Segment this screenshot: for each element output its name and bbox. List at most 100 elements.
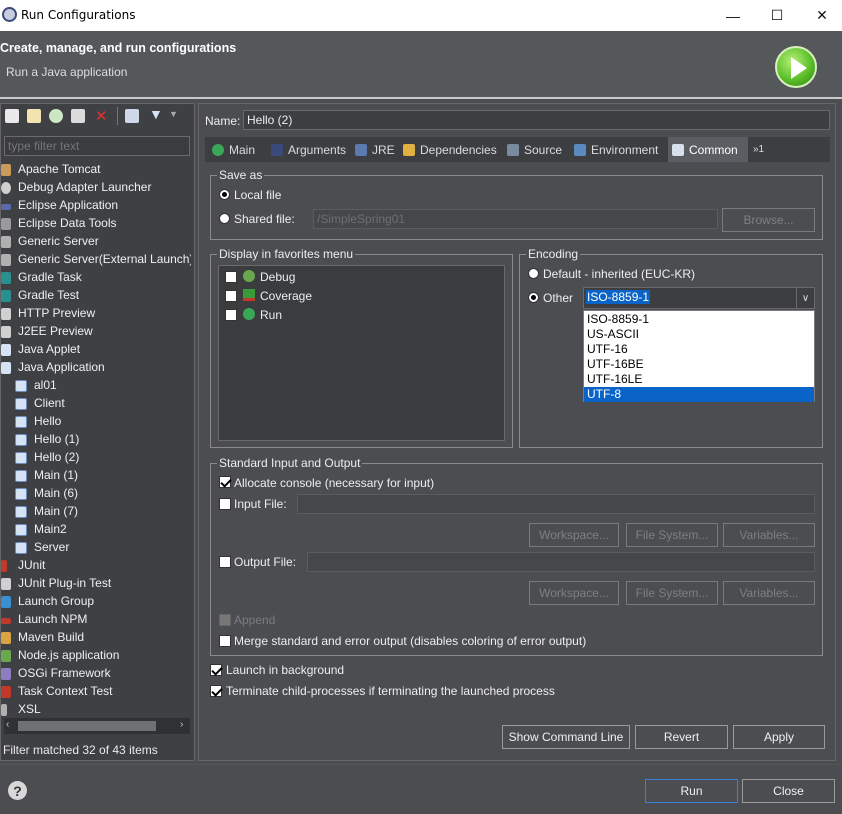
shared-file-input[interactable]: /SimpleSpring01 (313, 209, 718, 229)
tree-horizontal-scrollbar[interactable]: ‹ › (4, 718, 190, 734)
chevron-down-icon[interactable]: ∨ (796, 288, 814, 308)
close-button[interactable]: Close (742, 779, 835, 803)
encoding-option-utf-16[interactable]: UTF-16 (584, 342, 814, 357)
favorite-coverage-checkbox[interactable] (225, 290, 237, 302)
filter-icon[interactable]: ▼ (149, 106, 163, 122)
tab-main[interactable]: Main (208, 137, 263, 162)
append-checkbox[interactable] (219, 614, 231, 626)
filter-input[interactable] (4, 136, 190, 156)
encoding-option-iso-8859-1[interactable]: ISO-8859-1 (584, 312, 814, 327)
run-button[interactable]: Run (645, 779, 738, 803)
help-icon[interactable]: ? (8, 781, 27, 800)
browse-button[interactable]: Browse... (722, 208, 815, 232)
scrollbar-thumb[interactable] (18, 721, 156, 731)
output-workspace-button[interactable]: Workspace... (529, 581, 619, 605)
favorite-run-checkbox[interactable] (225, 309, 237, 321)
toolbar-separator (117, 107, 118, 125)
tab-common[interactable]: Common (668, 137, 748, 162)
jre-tab-icon (355, 143, 367, 156)
header-divider (0, 97, 842, 99)
encoding-select[interactable]: ISO-8859-1 ∨ (583, 287, 815, 309)
launch-group-icon (1, 596, 11, 608)
output-file-field[interactable] (307, 552, 815, 572)
tab-dependencies[interactable]: Dependencies (401, 137, 501, 162)
export-icon[interactable] (49, 109, 63, 123)
apply-button[interactable]: Apply (733, 725, 825, 749)
output-file-checkbox[interactable] (219, 556, 231, 568)
scroll-right-icon[interactable]: › (180, 719, 183, 730)
config-name-input[interactable]: Hello (2) (243, 110, 830, 130)
input-file-label: Input File: (234, 497, 287, 511)
java-app-icon (1, 362, 11, 374)
input-file-field[interactable] (297, 494, 815, 514)
duplicate-icon[interactable] (71, 109, 85, 123)
gradle-icon (1, 272, 11, 284)
eclipse-app-icon (1, 204, 11, 210)
other-encoding-radio[interactable] (528, 292, 539, 303)
tab-jre[interactable]: JRE (351, 137, 397, 162)
encoding-option-us-ascii[interactable]: US-ASCII (584, 327, 814, 342)
java-config-icon (15, 434, 27, 446)
new-prototype-icon[interactable] (27, 109, 41, 123)
input-file-system-button[interactable]: File System... (626, 523, 718, 547)
java-config-icon (15, 506, 27, 518)
tab-overflow[interactable]: »1 (753, 137, 775, 162)
tab-source[interactable]: Source (505, 137, 569, 162)
tab-arguments[interactable]: Arguments (267, 137, 347, 162)
source-tab-icon (507, 143, 519, 156)
tomcat-icon (1, 164, 11, 176)
input-variables-button[interactable]: Variables... (723, 523, 815, 547)
merge-output-checkbox[interactable] (219, 635, 231, 647)
terminate-children-checkbox[interactable] (210, 685, 222, 697)
dependencies-tab-icon (403, 143, 415, 156)
server-icon (1, 236, 11, 248)
task-context-icon (1, 686, 11, 698)
collapse-all-icon[interactable] (125, 109, 139, 123)
favorite-debug-label: Debug (260, 270, 296, 284)
output-variables-button[interactable]: Variables... (723, 581, 815, 605)
launch-background-label: Launch in background (226, 663, 345, 677)
dialog-header: Create, manage, and run configurations R… (0, 31, 842, 97)
favorite-debug-checkbox[interactable] (225, 271, 237, 283)
main-tab-icon (212, 143, 224, 156)
encoding-option-utf-16le[interactable]: UTF-16LE (584, 372, 814, 387)
maximize-button[interactable]: ☐ (754, 0, 800, 31)
java-config-icon (15, 452, 27, 464)
encoding-option-utf-8[interactable]: UTF-8 (584, 387, 814, 402)
launch-background-checkbox[interactable] (210, 664, 222, 676)
eclipse-icon (2, 7, 17, 22)
preview-icon (1, 326, 11, 338)
applet-icon (1, 344, 11, 356)
output-file-system-button[interactable]: File System... (626, 581, 718, 605)
data-tools-icon (1, 218, 11, 230)
tab-environment[interactable]: Environment (572, 137, 667, 162)
java-config-icon (15, 488, 27, 500)
new-config-icon[interactable] (5, 109, 19, 123)
show-command-line-button[interactable]: Show Command Line (502, 725, 630, 749)
favorites-title: Display in favorites menu (217, 247, 356, 261)
allocate-console-checkbox[interactable] (219, 476, 231, 488)
append-label: Append (234, 613, 276, 627)
maven-icon (1, 632, 11, 644)
revert-button[interactable]: Revert (635, 725, 728, 749)
xsl-icon (1, 704, 7, 716)
shared-file-radio[interactable] (219, 213, 230, 224)
junit-plugin-icon (1, 578, 11, 590)
input-workspace-button[interactable]: Workspace... (529, 523, 619, 547)
common-tab-icon (672, 143, 684, 156)
local-file-radio[interactable] (219, 189, 230, 200)
close-window-button[interactable]: ✕ (799, 0, 842, 31)
npm-icon (1, 618, 11, 624)
delete-icon[interactable]: ✕ (95, 107, 108, 125)
java-config-icon (15, 470, 27, 482)
chevron-down-icon[interactable]: ▼ (169, 109, 178, 119)
default-encoding-radio[interactable] (528, 268, 539, 279)
encoding-option-utf-16be[interactable]: UTF-16BE (584, 357, 814, 372)
input-file-checkbox[interactable] (219, 498, 231, 510)
favorites-list: Debug Coverage Run (218, 265, 505, 441)
environment-tab-icon (574, 143, 586, 156)
minimize-button[interactable]: — (710, 0, 756, 31)
java-config-icon (15, 398, 27, 410)
config-tabs: Main Arguments JRE Dependencies Source E… (205, 137, 830, 162)
scroll-left-icon[interactable]: ‹ (6, 719, 9, 730)
